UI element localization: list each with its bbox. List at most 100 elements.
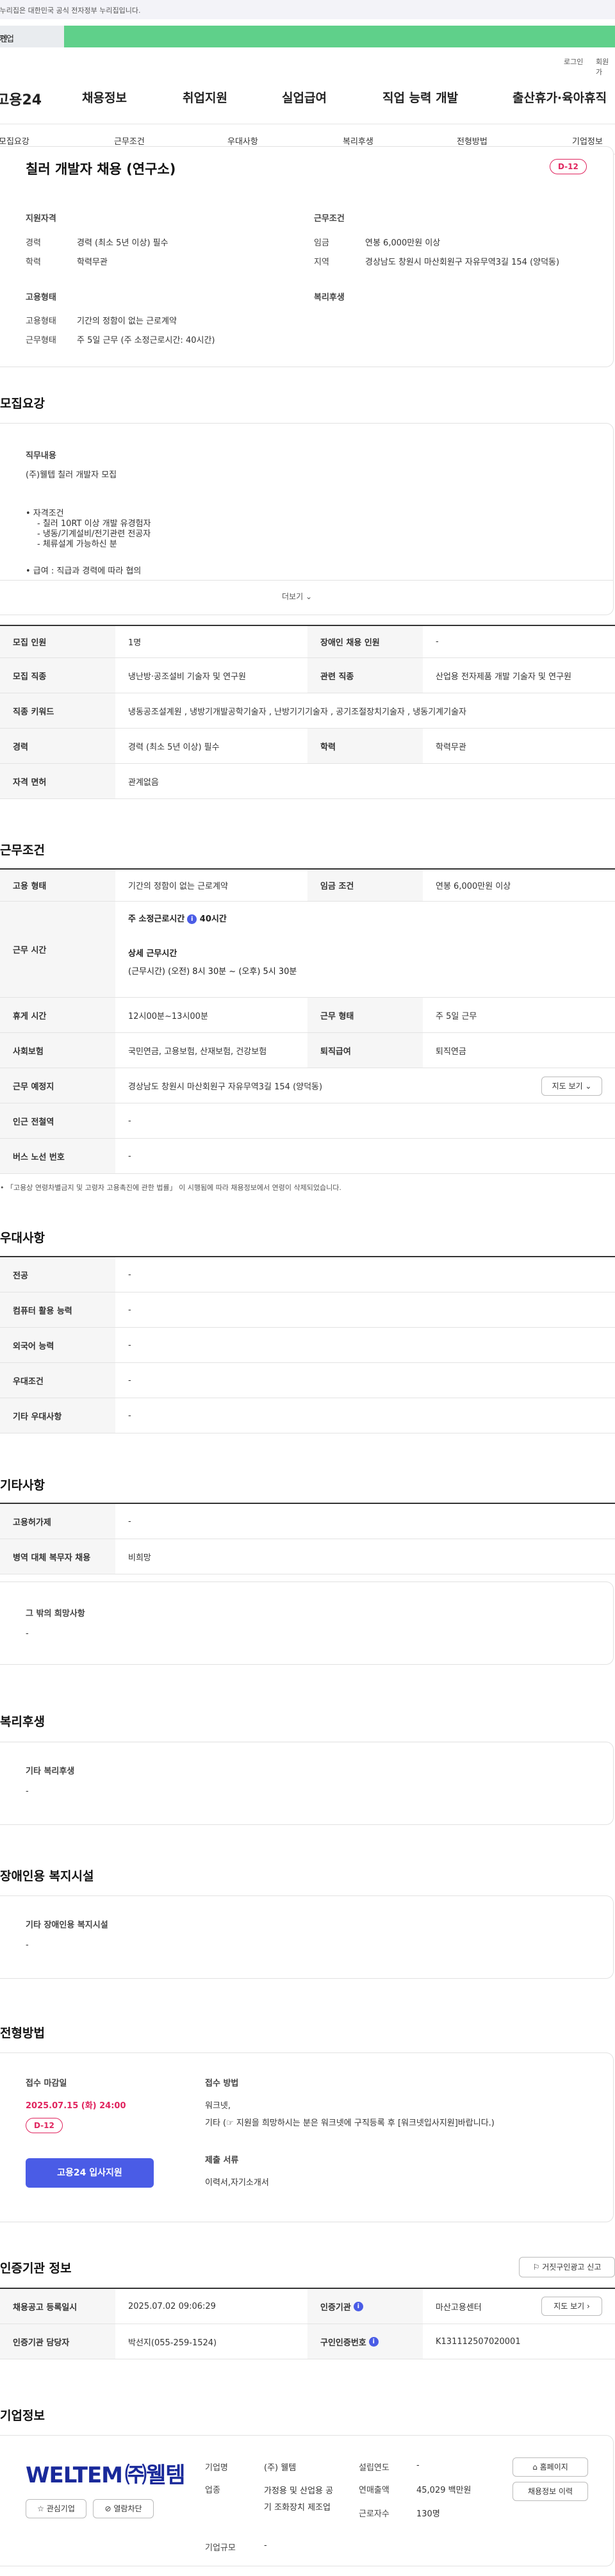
join-link[interactable]: 회원가 xyxy=(596,56,615,77)
cell-header: 우대조건 xyxy=(0,1363,115,1398)
disabled-heading: 기타 장애인용 복지시설 xyxy=(26,1920,108,1930)
chevron-down-icon: ⌄ xyxy=(585,1082,592,1091)
table-row: 직종 키워드 냉동공조설계원 , 냉방기개발공학기술자 , 난방기기기술자 , … xyxy=(0,693,615,729)
worktype-label: 근무형태 xyxy=(26,336,56,345)
gnb-job-training[interactable]: 직업 능력 개발 xyxy=(382,88,458,106)
cell-value: - xyxy=(128,1410,131,1421)
cell-value: 비희망 xyxy=(128,1553,151,1563)
table-row: 전공 - xyxy=(0,1257,615,1292)
docs-value: 이력서,자기소개서 xyxy=(205,2178,269,2188)
pref-table: 전공 - 컴퓨터 활용 능력 - 외국어 능력 - 우대조건 - 기타 우대사항 - xyxy=(0,1256,615,1433)
wage-label: 임금 xyxy=(314,238,329,248)
cell-value: 주 5일 근무 xyxy=(436,1011,477,1021)
career-label: 경력 xyxy=(26,238,41,248)
cell-value: 연봉 6,000만원 이상 xyxy=(436,882,511,891)
age-note: • 「고용상 연령차별금지 및 고령자 고용촉진에 관한 법률」 이 시행됨에 … xyxy=(0,1184,341,1192)
more-divider xyxy=(0,580,614,581)
gnb-employment-support[interactable]: 취업지원 xyxy=(183,88,227,106)
subnav-pref[interactable]: 우대사항 xyxy=(227,135,258,147)
cell-header: 직종 키워드 xyxy=(0,693,115,728)
duty-line-1: (주)웰텝 칠러 개발자 모집 xyxy=(26,470,117,480)
info-icon[interactable]: i xyxy=(368,2336,379,2347)
disabled-value: - xyxy=(26,1940,29,1950)
cell-value: 경상남도 창원시 마산회원구 자유무역3길 154 (양덕동) xyxy=(128,1082,323,1092)
login-link[interactable]: 로그인 xyxy=(564,56,583,67)
cell-value: - xyxy=(128,1305,131,1315)
cell-header: 근무 예정지 xyxy=(0,1068,115,1103)
site-logo[interactable]: 고용24 xyxy=(0,88,42,109)
logo-text-en: WELTEM xyxy=(26,2463,123,2488)
cert-map-button[interactable]: 지도 보기 › xyxy=(541,2297,602,2316)
favorite-button[interactable]: ☆ 관심기업 xyxy=(26,2499,86,2518)
logo-text-kr: ㈜웰템 xyxy=(125,2463,186,2488)
map-button[interactable]: 지도 보기 ⌄ xyxy=(541,1077,602,1096)
table-row: 모집 직종 냉난방·공조설비 기술자 및 연구원 관련 직종 산업용 전자제품 … xyxy=(0,658,615,693)
subnav-company[interactable]: 기업정보 xyxy=(572,135,603,147)
report-button[interactable]: ⚐ 거짓구인광고 신고 xyxy=(519,2257,615,2277)
process-card xyxy=(0,2052,614,2222)
more-label: 더보기 xyxy=(282,592,304,601)
other-wish-value: - xyxy=(26,1629,29,1639)
cell-header: 장애인 채용 인원 xyxy=(308,626,423,657)
job-history-button[interactable]: 채용정보 이력 xyxy=(512,2482,588,2501)
cell-value: - xyxy=(128,1516,131,1526)
work-heading: 근무조건 xyxy=(314,214,345,224)
cell-header: 인증기관 i xyxy=(308,2289,423,2324)
chevron-right-icon: › xyxy=(587,2302,590,2311)
subnav-work[interactable]: 근무조건 xyxy=(114,135,145,147)
cell-value: 마산고용센터 xyxy=(436,2302,482,2313)
wage-value: 연봉 6,000만원 이상 xyxy=(365,238,441,248)
cell-header: 인증기관 담당자 xyxy=(0,2324,115,2359)
edu-value: 학력무관 xyxy=(77,258,108,267)
table-row: 자격 면허 관계없음 xyxy=(0,764,615,799)
gnb-unemployment-benefit[interactable]: 실업급여 xyxy=(282,88,327,106)
cell-value: K131112507020001 xyxy=(436,2336,521,2347)
emp-heading: 고용형태 xyxy=(26,293,56,302)
info-icon[interactable]: i xyxy=(353,2301,363,2311)
banner-text: 이 누리집은 대한민국 공식 전자정부 누리집입니다. xyxy=(0,6,141,15)
table-row: 기타 우대사항 - xyxy=(0,1398,615,1433)
apply-button[interactable]: 고용24 입사지원 xyxy=(26,2158,154,2188)
qual-heading: 지원자격 xyxy=(26,214,56,224)
cell-value: 국민연금, 고용보험, 산재보험, 건강보험 xyxy=(128,1046,267,1057)
table-row: 경력 경력 (최소 5년 이상) 필수 학력 학력무관 xyxy=(0,729,615,764)
gnb-parental-leave[interactable]: 출산휴가·육아휴직 xyxy=(512,88,607,106)
career-value: 경력 (최소 5년 이상) 필수 xyxy=(77,238,168,248)
table-row: 채용공고 등록일시 2025.07.02 09:06:29 인증기관 i 마산고용… xyxy=(0,2289,615,2324)
info-icon[interactable]: i xyxy=(187,914,197,924)
cert-table: 채용공고 등록일시 2025.07.02 09:06:29 인증기관 i 마산고용… xyxy=(0,2288,615,2359)
subnav-recruit[interactable]: 모집요강 xyxy=(0,135,29,147)
block-button[interactable]: ⊘ 열람차단 xyxy=(93,2499,154,2518)
welfare-card xyxy=(0,1742,614,1825)
year-value: - xyxy=(416,2461,420,2470)
size-value: - xyxy=(264,2541,267,2550)
cell-value: 12시00분~13시00분 xyxy=(128,1011,208,1021)
map-button-label: 지도 보기 xyxy=(552,1082,583,1091)
method-line-1: 워크넷, xyxy=(205,2101,231,2111)
table-row: 사회보험 국민연금, 고용보험, 산재보험, 건강보험 퇴직급여 퇴직연금 xyxy=(0,1033,615,1068)
cell-header: 근무 형태 xyxy=(308,998,423,1032)
company-name-value: (주) 웰템 xyxy=(264,2463,297,2473)
cell-value: - xyxy=(436,637,439,647)
cell-header: 관련 직종 xyxy=(308,658,423,693)
num-header-label: 구인인증번호 xyxy=(320,2338,366,2348)
cell-header: 채용공고 등록일시 xyxy=(0,2289,115,2324)
cell-value: 관계없음 xyxy=(128,777,159,788)
welfare-value: - xyxy=(26,1787,29,1796)
cell-value: 학력무관 xyxy=(436,742,466,752)
gnb-recruit[interactable]: 채용정보 xyxy=(82,88,127,106)
hours-detail-label: 상세 근무시간 xyxy=(128,949,177,959)
subnav-process[interactable]: 전형방법 xyxy=(457,135,488,147)
subnav-welfare[interactable]: 복리후생 xyxy=(343,135,373,147)
homepage-button[interactable]: ⌂ 홈페이지 xyxy=(512,2457,588,2477)
table-row: 휴게 시간 12시00분~13시00분 근무 형태 주 5일 근무 xyxy=(0,998,615,1033)
table-row: 고용허가제 - xyxy=(0,1504,615,1539)
more-button[interactable]: 더보기 ⌄ xyxy=(282,591,312,602)
sales-label: 연매출액 xyxy=(359,2486,390,2495)
company-name-label: 기업명 xyxy=(205,2463,228,2473)
cell-value: 산업용 전자제품 개발 기술자 및 연구원 xyxy=(436,672,572,682)
table-row: 모집 인원 1명 장애인 채용 인원 - xyxy=(0,626,615,658)
work-table: 고용 형태 기간의 정함이 없는 근로계약 임금 조건 연봉 6,000만원 이… xyxy=(0,868,615,1174)
tab-company[interactable]: 기업 xyxy=(0,26,615,47)
cert-section-title: 인증기관 정보 xyxy=(0,2261,72,2275)
